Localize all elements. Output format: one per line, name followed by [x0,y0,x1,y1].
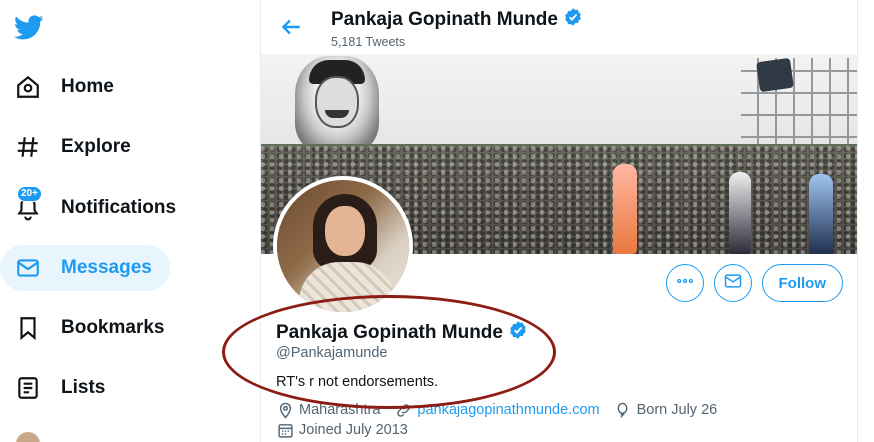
joined-text: Joined July 2013 [299,422,408,438]
birthday-item: Born July 26 [614,401,718,419]
bookmark-icon [14,314,42,342]
profile-bio: RT's r not endorsements. [276,374,439,390]
message-button[interactable] [713,264,752,302]
hashtag-icon [14,133,42,161]
sidebar-nav: Home Explore 20+ Notifications Messages … [0,0,260,442]
verified-badge-icon [563,7,583,33]
speaker [756,57,794,93]
header-title: Pankaja Gopinath Munde [331,7,583,33]
profile-avatar-icon[interactable] [16,432,40,442]
sidebar-item-notifications[interactable]: 20+ Notifications [0,185,194,231]
sidebar-item-explore[interactable]: Explore [0,124,149,170]
bell-icon: 20+ [14,186,42,222]
profile-column: Pankaja Gopinath Munde 5,181 Tweets Foll… [260,0,858,442]
location-text: Maharashtra [299,402,381,418]
sidebar-item-label: Explore [61,136,131,157]
more-icon [675,271,695,296]
sidebar-item-label: Notifications [61,197,177,218]
profile-name: Pankaja Gopinath Munde [276,320,528,346]
follow-button[interactable]: Follow [761,264,843,302]
list-icon [14,374,42,402]
location-item: Maharashtra [276,401,380,419]
profile-handle: @Pankajamunde [276,345,388,361]
sidebar-item-lists[interactable]: Lists [0,365,123,411]
website-item: pankajagopinathmunde.com [394,401,600,419]
profile-actions: Follow [665,264,843,302]
sidebar-item-home[interactable]: Home [0,64,132,110]
back-arrow-icon[interactable] [278,14,304,40]
link-icon [394,401,412,419]
tweet-count: 5,181 Tweets [331,35,406,49]
display-name: Pankaja Gopinath Munde [276,322,503,343]
balloon-icon [614,401,632,419]
home-icon [14,73,42,101]
joined-item: Joined July 2013 [276,421,408,439]
twitter-logo-icon[interactable] [13,12,44,42]
sidebar-item-label: Lists [61,377,106,398]
more-options-button[interactable] [665,264,704,302]
verified-badge-icon [508,320,528,346]
calendar-icon [276,421,294,439]
notification-badge: 20+ [17,186,42,202]
header-name: Pankaja Gopinath Munde [331,9,558,30]
mail-icon [14,254,42,282]
sidebar-item-label: Home [61,76,114,97]
website-link[interactable]: pankajagopinathmunde.com [417,402,599,418]
sidebar-item-label: Messages [61,257,152,278]
profile-avatar[interactable] [273,176,413,316]
location-pin-icon [276,401,294,419]
portrait-sketch [295,56,379,152]
sidebar-item-bookmarks[interactable]: Bookmarks [0,305,183,351]
birthday-text: Born July 26 [636,402,718,418]
profile-header: Pankaja Gopinath Munde 5,181 Tweets [261,0,857,54]
profile-meta: Maharashtra pankajagopinathmunde.com Bor… [276,401,731,419]
sidebar-item-messages[interactable]: Messages [0,245,170,291]
sidebar-item-label: Bookmarks [61,317,165,338]
mail-icon [723,271,743,296]
